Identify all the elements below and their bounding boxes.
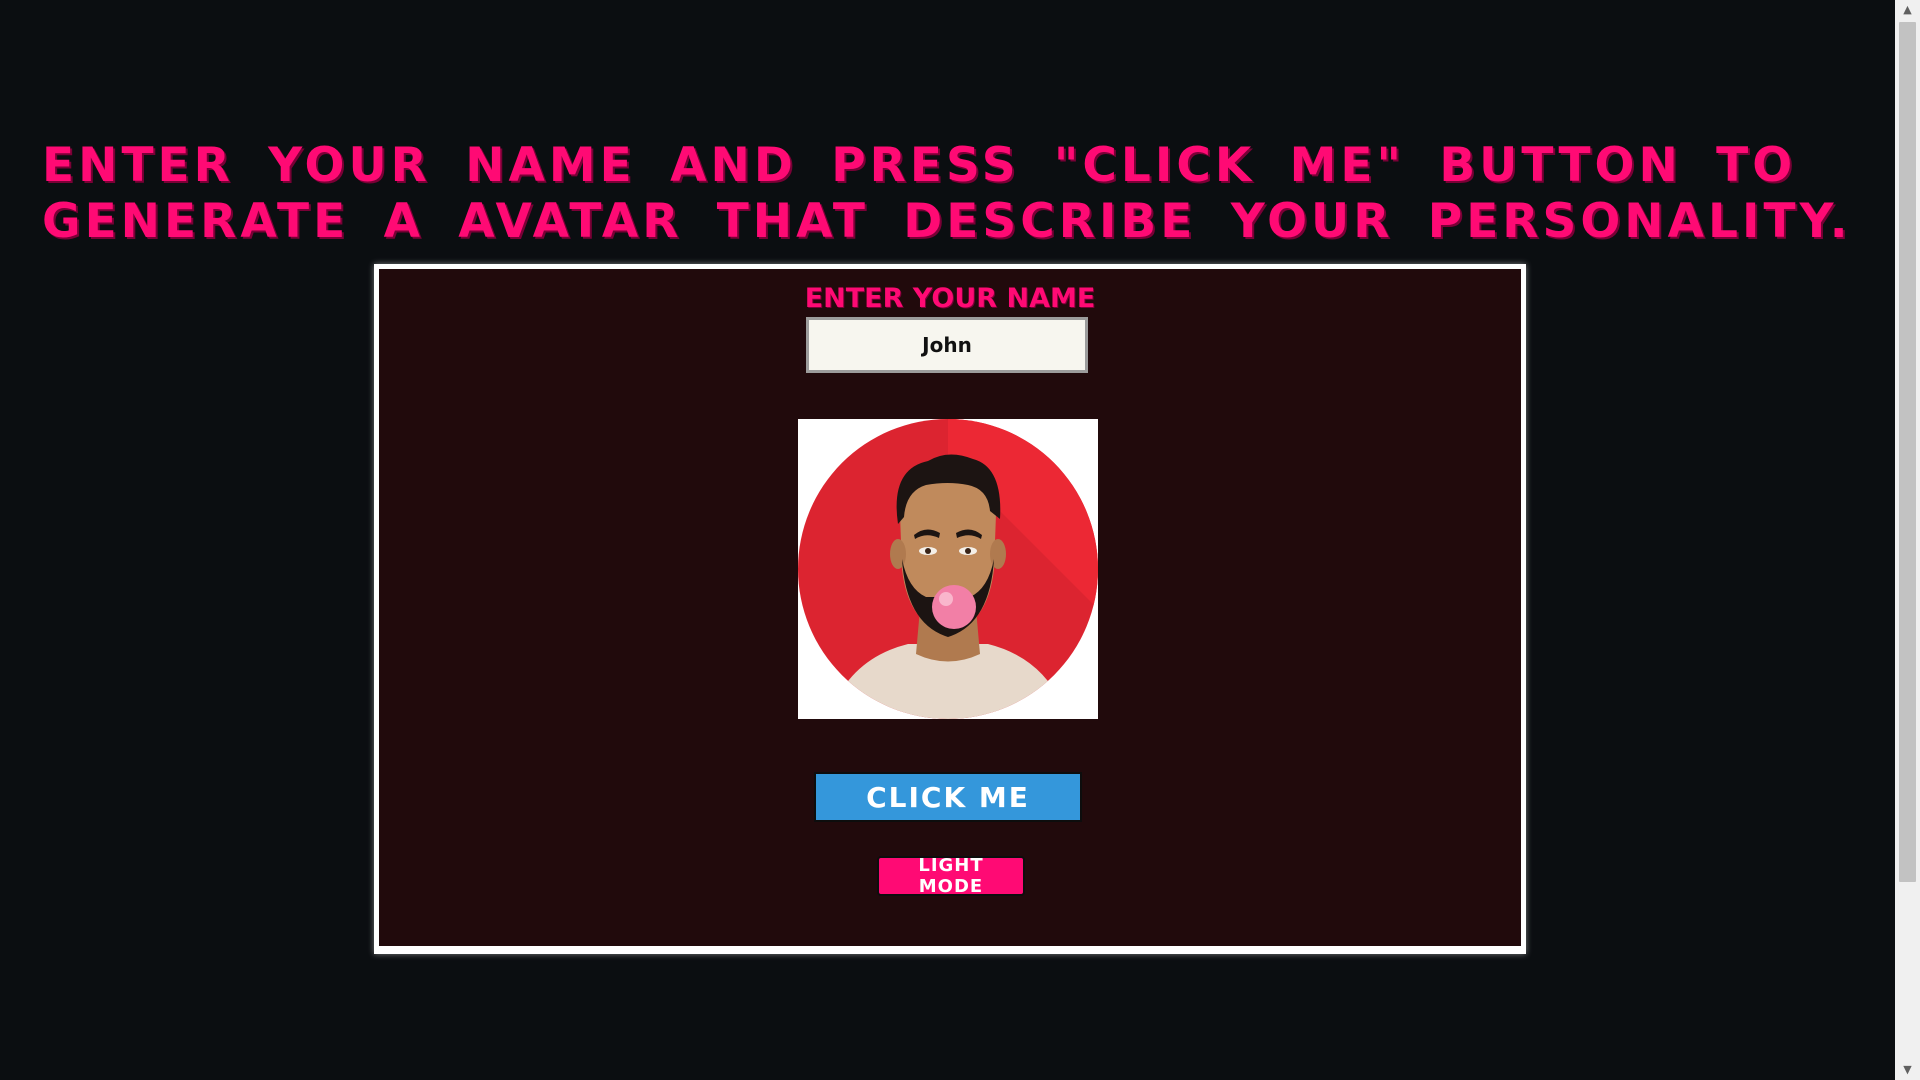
name-input[interactable] bbox=[806, 317, 1088, 373]
scrollbar-thumb[interactable] bbox=[1899, 22, 1916, 882]
card-inner: ENTER YOUR NAME John CLICK ME LIGHT MODE bbox=[379, 269, 1521, 946]
avatar-generator-card: ENTER YOUR NAME John CLICK ME LIGHT MODE bbox=[374, 264, 1526, 954]
click-me-button[interactable]: CLICK ME bbox=[814, 772, 1082, 822]
avatar-man-bubblegum-icon bbox=[798, 419, 1098, 719]
arrow-up-icon[interactable]: ▲ bbox=[1895, 0, 1920, 20]
name-label: ENTER YOUR NAME bbox=[804, 283, 1096, 314]
vertical-scrollbar[interactable]: ▲ ▼ bbox=[1895, 0, 1920, 1080]
page-headline: ENTER YOUR NAME AND PRESS "CLICK ME" BUT… bbox=[42, 138, 1852, 249]
arrow-down-icon[interactable]: ▼ bbox=[1895, 1060, 1920, 1080]
light-mode-button[interactable]: LIGHT MODE bbox=[877, 855, 1025, 897]
avatar-image bbox=[798, 419, 1098, 719]
